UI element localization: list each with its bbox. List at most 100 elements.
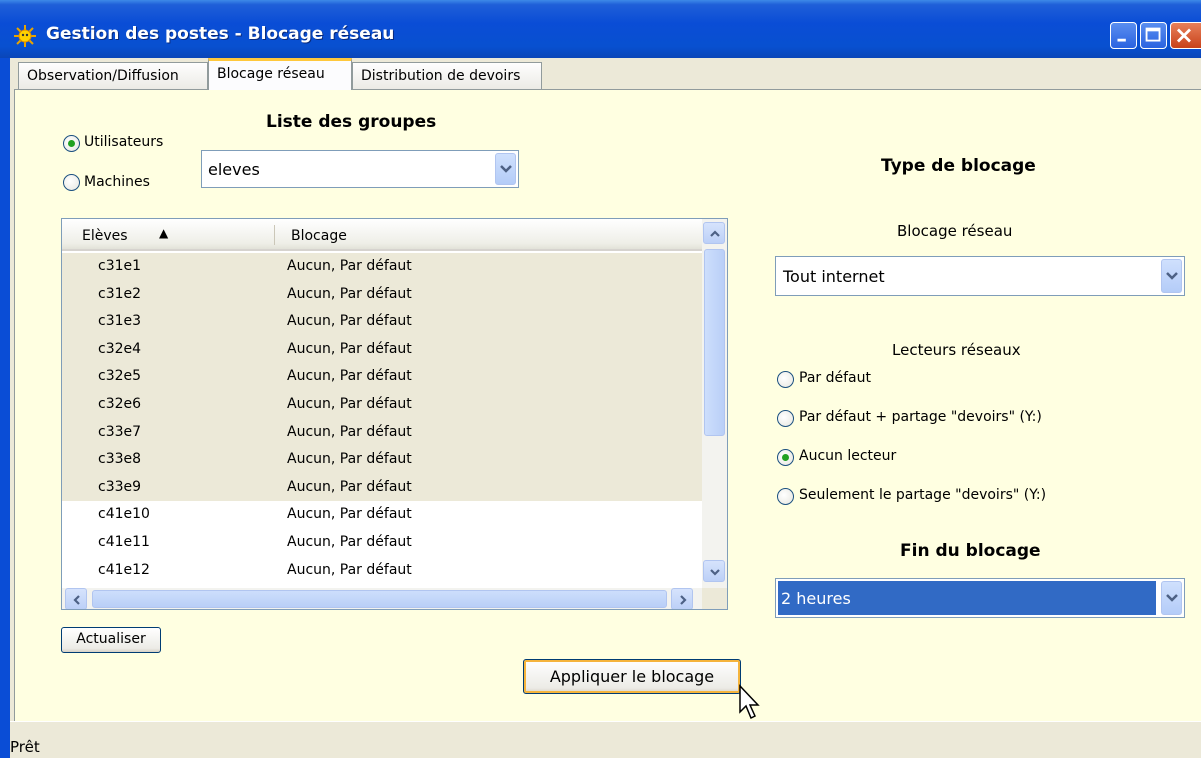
status-bar: Prêt	[10, 721, 1201, 758]
cell-blocage: Aucun, Par défaut	[287, 451, 412, 468]
cell-eleve: c32e6	[98, 396, 142, 412]
network-block-dropdown-button[interactable]	[1161, 259, 1182, 293]
table-row[interactable]: c32e5 Aucun, Par défaut	[62, 363, 702, 391]
cell-eleve: c31e3	[98, 313, 142, 330]
students-table[interactable]: Elèves ▲ Blocage c31e1 Aucun, Par défaut c…	[61, 218, 728, 610]
table-row[interactable]: c31e1 Aucun, Par défaut	[62, 253, 702, 281]
cell-eleve: c31e1	[98, 258, 142, 274]
network-block-select[interactable]: Tout internet	[775, 256, 1185, 296]
radio-drive-default[interactable]	[777, 371, 794, 388]
table-row[interactable]: c32e4 Aucun, Par défaut	[62, 335, 702, 364]
table-row[interactable]: c32e6 Aucun, Par défaut	[62, 391, 702, 419]
radio-drive-default-plus-devoirs[interactable]	[777, 410, 794, 427]
mouse-pointer-icon	[739, 684, 760, 720]
chevron-up-icon	[710, 230, 720, 237]
table-row[interactable]: c31e3 Aucun, Par défaut	[62, 308, 702, 336]
block-end-value: 2 heures	[781, 589, 851, 608]
radio-drive-none-label: Aucun lecteur	[799, 448, 897, 464]
column-header-blocage[interactable]: Blocage	[291, 228, 347, 244]
table-row[interactable]: c33e7 Aucun, Par défaut	[62, 418, 702, 447]
block-end-label: Fin du blocage	[900, 541, 1041, 561]
tab-blocage-reseau[interactable]: Blocage réseau	[208, 58, 352, 90]
title-bar[interactable]: Gestion des postes - Blocage réseau	[0, 0, 1201, 58]
scroll-down-button[interactable]	[703, 560, 725, 582]
cell-blocage: Aucun, Par défaut	[287, 396, 412, 412]
cell-blocage: Aucun, Par défaut	[287, 258, 412, 274]
sun-icon	[14, 25, 36, 47]
tab-observation-diffusion[interactable]: Observation/Diffusion	[18, 62, 208, 89]
radio-drive-none[interactable]	[777, 449, 794, 466]
cell-eleve: c32e4	[98, 340, 142, 357]
cell-eleve: c33e8	[98, 451, 142, 468]
cell-blocage: Aucun, Par défaut	[287, 313, 412, 330]
radio-drive-devoirs-only-label: Seulement le partage "devoirs" (Y:)	[799, 487, 1047, 503]
radio-machines-label: Machines	[84, 174, 150, 190]
refresh-button[interactable]: Actualiser	[61, 627, 161, 653]
cell-blocage: Aucun, Par défaut	[287, 368, 412, 385]
cell-eleve: c33e9	[98, 478, 142, 495]
cell-eleve: c41e11	[98, 534, 150, 550]
radio-drive-default-plus-devoirs-label: Par défaut + partage "devoirs" (Y:)	[799, 409, 1042, 425]
close-icon	[1176, 28, 1191, 43]
type-heading: Type de blocage	[881, 156, 1036, 176]
minimize-icon	[1117, 38, 1126, 42]
tab-distribution-devoirs[interactable]: Distribution de devoirs	[352, 62, 542, 89]
apply-block-button[interactable]: Appliquer le blocage	[523, 659, 741, 694]
scroll-up-button[interactable]	[703, 222, 725, 244]
network-block-label: Blocage réseau	[897, 222, 1013, 240]
radio-users[interactable]	[63, 135, 80, 152]
status-text: Prêt	[10, 738, 40, 756]
column-divider	[274, 225, 275, 245]
vertical-scroll-thumb[interactable]	[704, 249, 725, 436]
cell-blocage: Aucun, Par défaut	[287, 534, 412, 550]
cell-blocage: Aucun, Par défaut	[287, 423, 412, 440]
table-row[interactable]: c31e2 Aucun, Par défaut	[62, 280, 702, 309]
cell-eleve: c41e12	[98, 561, 150, 578]
close-button[interactable]	[1170, 22, 1201, 49]
groups-heading: Liste des groupes	[266, 112, 437, 132]
cell-eleve: c33e7	[98, 423, 142, 440]
chevron-down-icon	[710, 569, 720, 576]
block-end-dropdown-button[interactable]	[1161, 581, 1182, 615]
scrollbar-corner	[702, 588, 727, 609]
table-row[interactable]: c41e10 Aucun, Par défaut	[62, 501, 702, 529]
cell-blocage: Aucun, Par défaut	[287, 506, 412, 523]
group-select[interactable]: eleves	[201, 150, 519, 188]
radio-drive-default-label: Par défaut	[799, 370, 871, 386]
scroll-right-button[interactable]	[671, 588, 693, 609]
radio-users-label: Utilisateurs	[84, 134, 164, 150]
cell-eleve: c32e5	[98, 368, 142, 385]
scroll-left-button[interactable]	[65, 588, 87, 609]
maximize-button[interactable]	[1140, 22, 1167, 49]
cell-blocage: Aucun, Par défaut	[287, 340, 412, 357]
minimize-button[interactable]	[1110, 22, 1137, 49]
network-block-value: Tout internet	[783, 267, 885, 286]
radio-machines[interactable]	[63, 174, 80, 191]
table-header: Elèves ▲ Blocage	[62, 219, 702, 251]
radio-drive-devoirs-only[interactable]	[777, 488, 794, 505]
chevron-left-icon	[73, 595, 80, 605]
cell-eleve: c31e2	[98, 285, 142, 302]
column-header-eleves[interactable]: Elèves	[82, 228, 128, 244]
block-end-select[interactable]: 2 heures	[775, 578, 1185, 618]
cell-blocage: Aucun, Par défaut	[287, 561, 412, 578]
cell-eleve: c41e10	[98, 506, 150, 523]
group-select-dropdown-button[interactable]	[495, 153, 516, 185]
cell-blocage: Aucun, Par défaut	[287, 285, 412, 302]
network-drives-label: Lecteurs réseaux	[892, 341, 1021, 359]
sort-ascending-icon: ▲	[159, 226, 169, 240]
maximize-icon	[1145, 27, 1161, 42]
cell-blocage: Aucun, Par défaut	[287, 478, 412, 495]
chevron-down-icon	[500, 165, 512, 173]
chevron-right-icon	[680, 595, 687, 605]
group-select-value: eleves	[208, 160, 260, 179]
table-row[interactable]: c33e9 Aucun, Par défaut	[62, 473, 702, 502]
table-row[interactable]: c41e12 Aucun, Par défaut	[62, 557, 702, 585]
table-row[interactable]: c33e8 Aucun, Par défaut	[62, 446, 702, 474]
window-frame	[0, 58, 10, 758]
window-title: Gestion des postes - Blocage réseau	[46, 24, 395, 44]
horizontal-scroll-thumb[interactable]	[92, 590, 667, 608]
chevron-down-icon	[1166, 272, 1178, 280]
table-row[interactable]: c41e11 Aucun, Par défaut	[62, 529, 702, 557]
chevron-down-icon	[1166, 594, 1178, 602]
